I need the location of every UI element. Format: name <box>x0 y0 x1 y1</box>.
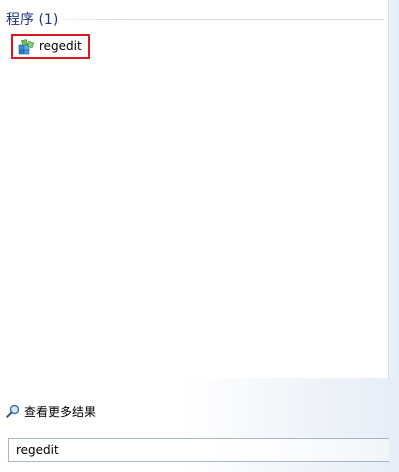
group-divider <box>6 19 384 20</box>
search-box[interactable] <box>8 438 389 462</box>
see-more-results-link[interactable]: 查看更多结果 <box>6 402 116 420</box>
search-input[interactable] <box>9 439 309 461</box>
group-title: 程序 (1) <box>6 9 63 29</box>
see-more-label: 查看更多结果 <box>24 405 97 419</box>
start-menu-right-panel <box>389 0 399 472</box>
registry-editor-icon <box>18 39 35 55</box>
result-item-regedit[interactable]: regedit <box>11 34 90 59</box>
search-icon <box>6 403 20 418</box>
result-item-label: regedit <box>39 39 82 53</box>
programs-group-header: 程序 (1) <box>6 8 384 30</box>
